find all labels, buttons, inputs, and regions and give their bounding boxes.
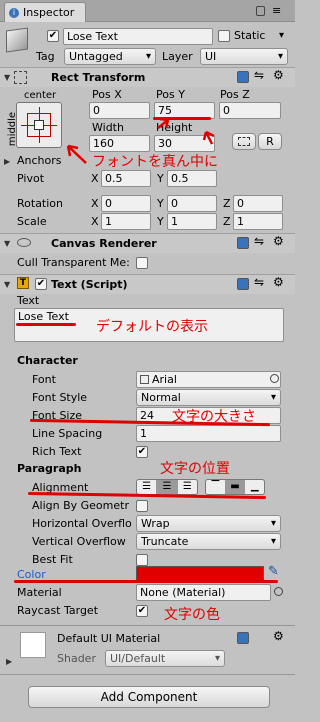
underline-pos-y — [153, 117, 211, 120]
annotation-color: 文字の色 — [164, 607, 220, 623]
arrow-to-pos-y — [157, 117, 170, 129]
annotation-default-display: デフォルトの表示 — [96, 319, 208, 335]
arrow-to-height — [202, 130, 215, 145]
annotation-position: 文字の位置 — [160, 461, 230, 477]
underline-color — [14, 580, 278, 583]
annotation-arrows — [66, 117, 215, 164]
annotation-center-font: フォントを真ん中に — [92, 154, 218, 170]
underline-text-label — [16, 323, 76, 326]
annotation-font-size: 文字の大きさ — [172, 409, 256, 425]
arrow-to-anchor — [66, 144, 87, 164]
